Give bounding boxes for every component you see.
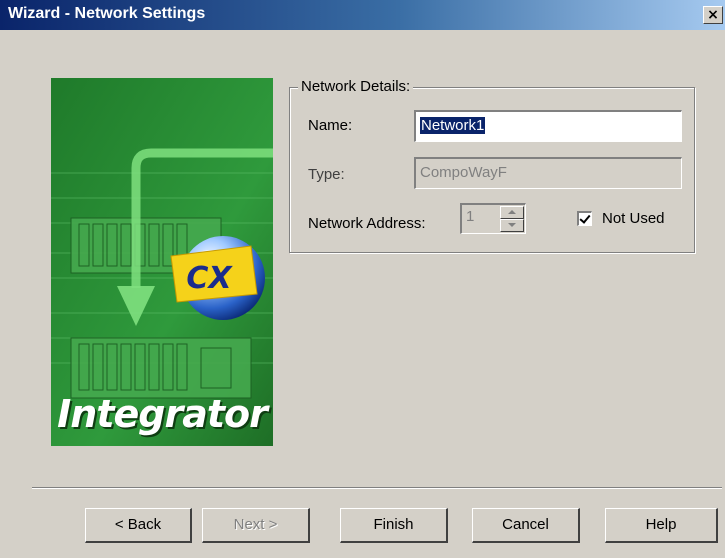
spin-down-arrow-icon[interactable] — [500, 219, 524, 232]
network-details-legend: Network Details: — [298, 78, 414, 95]
close-icon: × — [707, 7, 719, 23]
help-button[interactable]: Help — [605, 508, 718, 543]
button-separator — [32, 487, 722, 489]
network-address-label: Network Address: — [308, 215, 426, 232]
not-used-label[interactable]: Not Used — [602, 210, 665, 227]
next-button[interactable]: Next > — [202, 508, 310, 543]
wizard-side-image: CX Integrator — [51, 78, 273, 446]
not-used-checkbox[interactable] — [577, 211, 592, 226]
cancel-button[interactable]: Cancel — [472, 508, 580, 543]
brand-text: Integrator — [57, 392, 268, 436]
network-address-spinner[interactable]: 1 — [460, 203, 526, 234]
name-input[interactable]: Network1 — [414, 110, 682, 142]
type-value: CompoWayF — [420, 164, 507, 181]
integrator-illustration: CX — [51, 78, 273, 446]
name-label: Name: — [308, 117, 353, 134]
name-value: Network1 — [420, 117, 486, 134]
close-button[interactable]: × — [703, 6, 723, 24]
window-title: Wizard - Network Settings — [8, 5, 206, 22]
type-field: CompoWayF — [414, 157, 682, 189]
network-address-value: 1 — [466, 208, 475, 225]
finish-button[interactable]: Finish — [340, 508, 448, 543]
type-label: Type: — [308, 166, 345, 183]
back-button[interactable]: < Back — [85, 508, 192, 543]
spin-up-arrow-icon[interactable] — [500, 206, 524, 219]
cx-logo-text: CX — [186, 261, 233, 296]
title-bar[interactable]: Wizard - Network Settings × — [0, 0, 725, 30]
